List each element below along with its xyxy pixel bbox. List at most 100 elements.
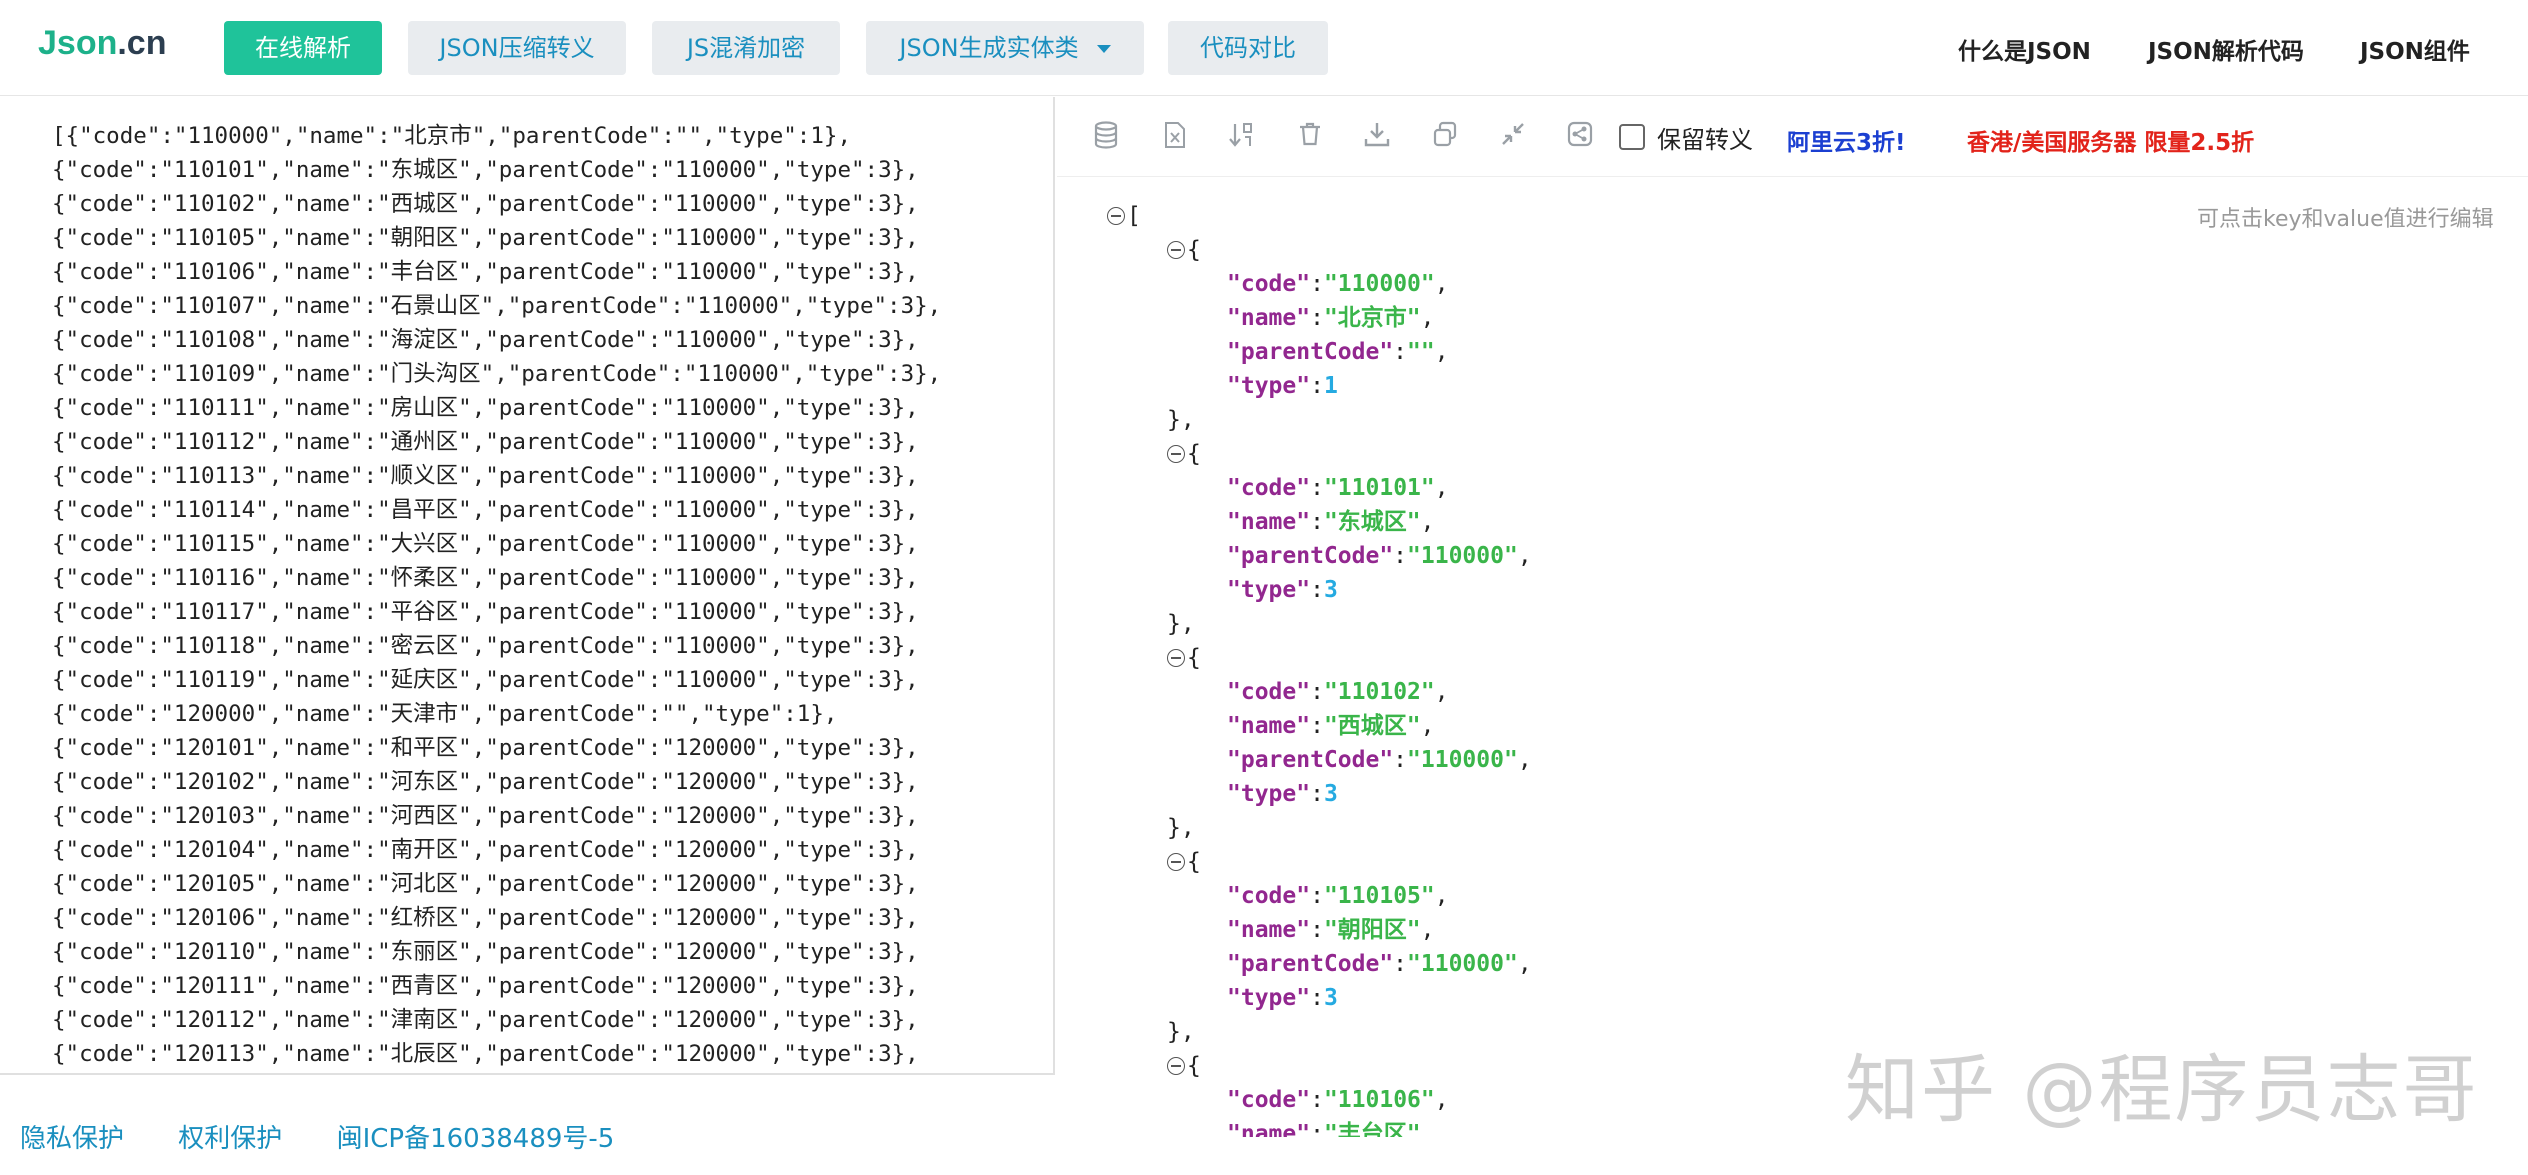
json-input-line[interactable]: {"code":"120103","name":"河西区","parentCod… <box>52 799 941 833</box>
json-input-text[interactable]: [{"code":"110000","name":"北京市","parentCo… <box>52 119 941 1071</box>
json-input-line[interactable]: {"code":"110111","name":"房山区","parentCod… <box>52 391 941 425</box>
download-icon[interactable] <box>1362 121 1392 151</box>
json-key[interactable]: "code" <box>1227 679 1310 705</box>
json-key[interactable]: "type" <box>1227 373 1310 399</box>
json-input-line[interactable]: {"code":"120106","name":"红桥区","parentCod… <box>52 901 941 935</box>
json-input-editor[interactable]: [{"code":"110000","name":"北京市","parentCo… <box>0 97 1055 1075</box>
json-value[interactable]: "丰台区" <box>1324 1121 1421 1137</box>
keep-escape-toggle[interactable]: 保留转义 <box>1619 119 1753 155</box>
json-key[interactable]: "code" <box>1227 271 1310 297</box>
json-key[interactable]: "parentCode" <box>1227 543 1393 569</box>
json-value[interactable]: "110102" <box>1324 679 1435 705</box>
json-input-line[interactable]: {"code":"120113","name":"北辰区","parentCod… <box>52 1037 941 1071</box>
json-value[interactable]: "" <box>1407 339 1435 365</box>
collapse-toggle-icon[interactable] <box>1167 241 1185 259</box>
json-input-line[interactable]: {"code":"110106","name":"丰台区","parentCod… <box>52 255 941 289</box>
viewer-toolbar: 保留转义 阿里云3折! 香港/美国服务器 限量2.5折 <box>1057 97 2528 177</box>
array-open-bracket: [ <box>1127 203 1141 229</box>
collapse-toggle-icon[interactable] <box>1167 1057 1185 1075</box>
json-value[interactable]: 1 <box>1324 373 1338 399</box>
json-value[interactable]: "110105" <box>1324 883 1435 909</box>
json-input-line[interactable]: {"code":"120102","name":"河东区","parentCod… <box>52 765 941 799</box>
database-icon[interactable] <box>1091 121 1121 151</box>
json-key[interactable]: "code" <box>1227 475 1310 501</box>
collapse-toggle-icon[interactable] <box>1167 853 1185 871</box>
json-input-line[interactable]: [{"code":"110000","name":"北京市","parentCo… <box>52 119 941 153</box>
trash-icon[interactable] <box>1295 121 1325 151</box>
collapse-toggle-icon[interactable] <box>1167 445 1185 463</box>
json-input-line[interactable]: {"code":"110117","name":"平谷区","parentCod… <box>52 595 941 629</box>
json-key[interactable]: "code" <box>1227 1087 1310 1113</box>
json-input-line[interactable]: {"code":"110102","name":"西城区","parentCod… <box>52 187 941 221</box>
json-key[interactable]: "type" <box>1227 781 1310 807</box>
keep-escape-checkbox[interactable] <box>1619 124 1645 150</box>
object-open-brace: { <box>1187 237 1201 263</box>
json-value[interactable]: "西城区" <box>1324 713 1421 739</box>
nav-code-diff-button[interactable]: 代码对比 <box>1168 21 1328 75</box>
json-input-line[interactable]: {"code":"110114","name":"昌平区","parentCod… <box>52 493 941 527</box>
json-input-line[interactable]: {"code":"120105","name":"河北区","parentCod… <box>52 867 941 901</box>
json-input-line[interactable]: {"code":"110108","name":"海淀区","parentCod… <box>52 323 941 357</box>
json-value[interactable]: "110000" <box>1324 271 1435 297</box>
json-input-line[interactable]: {"code":"120101","name":"和平区","parentCod… <box>52 731 941 765</box>
json-input-line[interactable]: {"code":"110116","name":"怀柔区","parentCod… <box>52 561 941 595</box>
json-input-line[interactable]: {"code":"110115","name":"大兴区","parentCod… <box>52 527 941 561</box>
json-input-line[interactable]: {"code":"110107","name":"石景山区","parentCo… <box>52 289 941 323</box>
json-input-line[interactable]: {"code":"110118","name":"密云区","parentCod… <box>52 629 941 663</box>
json-input-line[interactable]: {"code":"110119","name":"延庆区","parentCod… <box>52 663 941 697</box>
json-value[interactable]: "朝阳区" <box>1324 917 1421 943</box>
footer-rights-link[interactable]: 权利保护 <box>178 1124 282 1154</box>
json-key[interactable]: "parentCode" <box>1227 747 1393 773</box>
json-key[interactable]: "name" <box>1227 1121 1310 1137</box>
json-input-line[interactable]: {"code":"110112","name":"通州区","parentCod… <box>52 425 941 459</box>
nav-online-parse-button[interactable]: 在线解析 <box>224 21 382 75</box>
json-key[interactable]: "name" <box>1227 917 1310 943</box>
json-input-line[interactable]: {"code":"120000","name":"天津市","parentCod… <box>52 697 941 731</box>
json-key[interactable]: "parentCode" <box>1227 951 1393 977</box>
json-key[interactable]: "name" <box>1227 509 1310 535</box>
json-colon: : <box>1393 747 1408 773</box>
copy-icon[interactable] <box>1430 121 1460 151</box>
compress-icon[interactable] <box>1498 121 1528 151</box>
nav-link-what-is-json[interactable]: 什么是JSON <box>1958 32 2091 66</box>
json-key[interactable]: "name" <box>1227 713 1310 739</box>
json-value[interactable]: "东城区" <box>1324 509 1421 535</box>
json-input-line[interactable]: {"code":"110101","name":"东城区","parentCod… <box>52 153 941 187</box>
json-value[interactable]: 3 <box>1324 781 1338 807</box>
json-input-line[interactable]: {"code":"120104","name":"南开区","parentCod… <box>52 833 941 867</box>
footer-icp-link[interactable]: 闽ICP备16038489号-5 <box>337 1124 615 1154</box>
nav-json-compress-button[interactable]: JSON压缩转义 <box>408 21 626 75</box>
json-input-line[interactable]: {"code":"110109","name":"门头沟区","parentCo… <box>52 357 941 391</box>
nav-json-entity-dropdown[interactable]: JSON生成实体类 <box>866 21 1144 75</box>
sort-icon[interactable] <box>1227 121 1257 151</box>
json-input-line[interactable]: {"code":"120112","name":"津南区","parentCod… <box>52 1003 941 1037</box>
share-icon[interactable] <box>1565 121 1595 151</box>
json-key[interactable]: "type" <box>1227 985 1310 1011</box>
nav-js-obfuscate-button[interactable]: JS混淆加密 <box>652 21 840 75</box>
nav-link-json-parse-code[interactable]: JSON解析代码 <box>2148 32 2304 66</box>
excel-icon[interactable] <box>1160 121 1190 151</box>
nav-link-json-components[interactable]: JSON组件 <box>2360 32 2470 66</box>
json-value[interactable]: "110000" <box>1407 747 1518 773</box>
json-key[interactable]: "name" <box>1227 305 1310 331</box>
collapse-toggle-icon[interactable] <box>1107 207 1125 225</box>
json-value[interactable]: "110000" <box>1407 951 1518 977</box>
json-value[interactable]: "北京市" <box>1324 305 1421 331</box>
site-logo[interactable]: Json.cn <box>38 24 166 63</box>
json-value[interactable]: 3 <box>1324 985 1338 1011</box>
json-value[interactable]: "110101" <box>1324 475 1435 501</box>
footer-privacy-link[interactable]: 隐私保护 <box>20 1124 124 1154</box>
json-input-line[interactable]: {"code":"120111","name":"西青区","parentCod… <box>52 969 941 1003</box>
json-value[interactable]: "110000" <box>1407 543 1518 569</box>
aliyun-ad-link[interactable]: 阿里云3折! <box>1787 123 1906 157</box>
collapse-toggle-icon[interactable] <box>1167 649 1185 667</box>
json-value[interactable]: "110106" <box>1324 1087 1435 1113</box>
server-promo-link[interactable]: 香港/美国服务器 限量2.5折 <box>1967 123 2254 157</box>
json-input-line[interactable]: {"code":"120110","name":"东丽区","parentCod… <box>52 935 941 969</box>
json-input-line[interactable]: {"code":"110113","name":"顺义区","parentCod… <box>52 459 941 493</box>
json-key[interactable]: "parentCode" <box>1227 339 1393 365</box>
json-key[interactable]: "type" <box>1227 577 1310 603</box>
json-input-line[interactable]: {"code":"110105","name":"朝阳区","parentCod… <box>52 221 941 255</box>
json-value[interactable]: 3 <box>1324 577 1338 603</box>
json-key[interactable]: "code" <box>1227 883 1310 909</box>
